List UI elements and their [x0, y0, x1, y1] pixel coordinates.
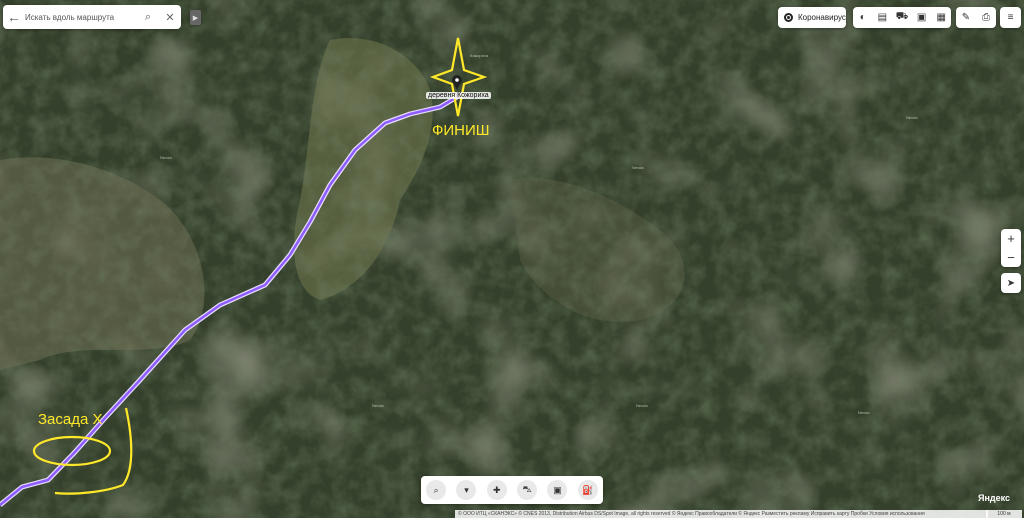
coronavirus-icon [784, 13, 793, 22]
tools-toolbar: ✎ ⎙ [956, 7, 996, 28]
print-icon[interactable]: ⎙ [977, 12, 995, 23]
map-small-label: Nevda [636, 403, 648, 408]
map-small-label: Nevda [372, 403, 384, 408]
yandex-logo[interactable]: Яндекс [978, 493, 1010, 503]
zoom-control: + − [1001, 229, 1021, 267]
geolocation-icon[interactable]: ➤ [1001, 273, 1021, 293]
pharmacy-icon[interactable]: ✚ [486, 480, 507, 500]
forest-texture [0, 0, 1024, 518]
store-icon[interactable]: ▣ [547, 480, 568, 500]
finish-annotation: ФИНИШ [432, 122, 490, 139]
ruler-icon[interactable]: ✎ [957, 12, 975, 23]
zoom-out-button[interactable]: − [1001, 248, 1021, 267]
coronavirus-label: Коронавирус [798, 13, 846, 22]
map-small-label: Nevda [906, 115, 918, 120]
bus-icon[interactable]: ▣ [913, 12, 931, 23]
layers-icon[interactable]: ◐ [854, 12, 872, 23]
map-small-label: Nevda [632, 165, 644, 170]
map-layers-toolbar: ◐ ▤ ⛟ ▣ ▦ [853, 7, 951, 28]
location-pin-dot [455, 78, 459, 82]
coronavirus-button[interactable]: Коронавирус [778, 7, 846, 28]
grocery-icon[interactable]: ⛍ [517, 480, 538, 500]
menu-icon[interactable]: ≡ [1000, 7, 1021, 28]
route-search-input[interactable] [25, 12, 137, 22]
map-small-label: Nevda [858, 410, 870, 415]
panorama-icon[interactable]: ⛟ [893, 11, 911, 24]
scale-bar: 100 м [986, 510, 1022, 518]
copyright-bar[interactable]: © ООО ИТЦ «СКАНЭКС» © CNES 2013, Distrib… [455, 510, 988, 518]
shopping-icon[interactable]: ▾ [456, 480, 477, 500]
metro-icon[interactable]: ▦ [932, 12, 950, 23]
route-search-box[interactable]: ← ⌕ ✕ [3, 5, 181, 29]
zoom-in-button[interactable]: + [1001, 229, 1021, 248]
collapse-icon[interactable]: ▶ [190, 10, 201, 25]
traffic-icon[interactable]: ▤ [873, 12, 891, 23]
map-small-label: Nevda [160, 155, 172, 160]
search-places-icon[interactable]: ⌕ [426, 480, 447, 500]
close-icon[interactable]: ✕ [159, 11, 181, 24]
map-small-label: Кожориха [470, 53, 489, 58]
ambush-annotation: Засада X [38, 411, 103, 428]
gas-station-icon[interactable]: ⛽ [577, 480, 598, 500]
satellite-map[interactable] [0, 0, 1024, 518]
village-label[interactable]: деревня Кожориха [426, 92, 491, 99]
category-search-bar: ⌕ ▾ ✚ ⛍ ▣ ⛽ [421, 476, 603, 504]
search-icon[interactable]: ⌕ [137, 11, 159, 24]
back-arrow-icon[interactable]: ← [3, 9, 25, 25]
